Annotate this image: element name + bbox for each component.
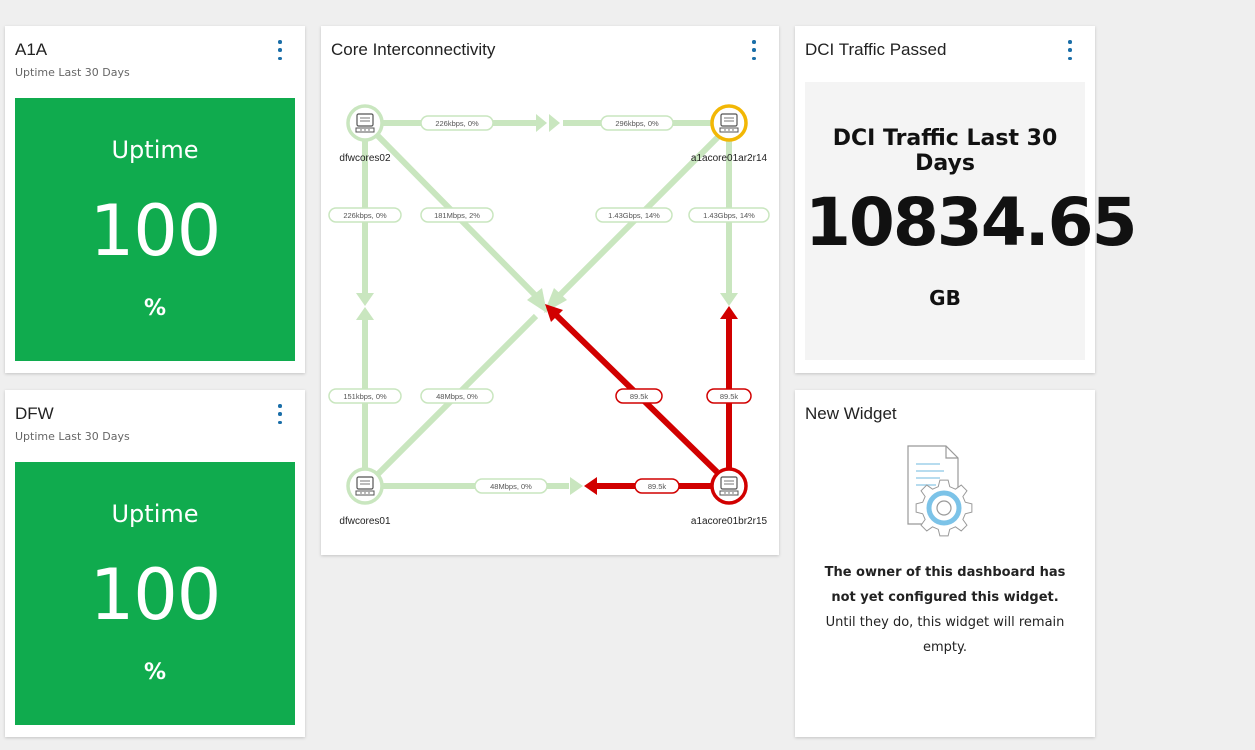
dci-value: 10834.65 <box>805 184 1138 261</box>
svg-text:48Mbps, 0%: 48Mbps, 0% <box>436 392 478 401</box>
svg-text:151kbps, 0%: 151kbps, 0% <box>343 392 387 401</box>
widget-title: DCI Traffic Passed <box>805 40 947 59</box>
link-arrow-alert <box>720 306 738 319</box>
link-label-left-lower: 151kbps, 0% <box>328 388 402 404</box>
uptime-label: Uptime <box>111 500 199 528</box>
uptime-tile: Uptime 100 % <box>15 98 295 361</box>
svg-text:48Mbps, 0%: 48Mbps, 0% <box>490 482 532 491</box>
widget-menu-icon[interactable] <box>275 40 285 60</box>
svg-text:226kbps, 0%: 226kbps, 0% <box>435 119 479 128</box>
node-dfwcores02: dfwcores02 <box>339 104 391 164</box>
svg-text:181Mbps, 2%: 181Mbps, 2% <box>434 211 480 220</box>
document-gear-icon <box>907 445 973 537</box>
message-line: The owner of this dashboard has <box>824 565 1066 580</box>
widget-menu-icon[interactable] <box>1065 40 1075 60</box>
node-label: dfwcores01 <box>339 516 391 527</box>
svg-text:1.43Gbps, 14%: 1.43Gbps, 14% <box>703 211 755 220</box>
uptime-value: 100 <box>89 190 222 272</box>
widget-menu-icon[interactable] <box>275 404 285 424</box>
node-a1acore01ar2r14: a1acore01ar2r14 <box>691 104 768 164</box>
widget-dfw: DFW Uptime Last 30 Days Uptime 100 % <box>5 390 305 737</box>
link-label-diag-b-lower: 48Mbps, 0% <box>420 388 494 404</box>
node-label: a1acore01ar2r14 <box>691 153 768 164</box>
svg-text:89.5k: 89.5k <box>630 392 649 401</box>
link-label-top-right: 296kbps, 0% <box>600 115 674 131</box>
link-label-bottom-right: 89.5k <box>634 478 680 494</box>
node-a1acore01br2r15: a1acore01br2r15 <box>691 467 768 527</box>
uptime-unit: % <box>143 660 167 685</box>
svg-text:89.5k: 89.5k <box>720 392 739 401</box>
node-label: dfwcores02 <box>339 153 391 164</box>
link-label-right-lower: 89.5k <box>706 388 752 404</box>
widget-new: New Widget The owner of this dashboard h… <box>795 390 1095 737</box>
widget-title: New Widget <box>805 404 897 423</box>
svg-text:89.5k: 89.5k <box>648 482 667 491</box>
widget-core-interconnectivity: Core Interconnectivity 226kbps, 0% 296kb… <box>321 26 779 555</box>
widget-subtitle: Uptime Last 30 Days <box>15 66 130 79</box>
widget-dci-traffic: DCI Traffic Passed DCI Traffic Last 30 D… <box>795 26 1138 373</box>
message-line: Until they do, this widget will remain <box>825 615 1065 630</box>
link-arrow <box>549 114 560 132</box>
widget-title: DFW <box>15 404 54 423</box>
link-arrow <box>356 293 374 306</box>
svg-text:296kbps, 0%: 296kbps, 0% <box>615 119 659 128</box>
uptime-label: Uptime <box>111 136 199 164</box>
uptime-tile: Uptime 100 % <box>15 462 295 725</box>
dci-unit: GB <box>929 286 961 310</box>
widget-a1a: A1A Uptime Last 30 Days Uptime 100 % <box>5 26 305 373</box>
network-map: 226kbps, 0% 296kbps, 0% 226kbps, 0% 181M… <box>328 104 770 527</box>
widget-subtitle: Uptime Last 30 Days <box>15 430 130 443</box>
svg-text:1.43Gbps, 14%: 1.43Gbps, 14% <box>608 211 660 220</box>
link-label-diag-b-upper: 1.43Gbps, 14% <box>595 207 673 223</box>
link-arrow <box>536 114 547 132</box>
dci-tile: DCI Traffic Last 30 Days 10834.65 GB <box>805 82 1138 360</box>
link-label-top-left: 226kbps, 0% <box>420 115 494 131</box>
message-line: empty. <box>923 640 967 655</box>
uptime-unit: % <box>143 296 167 321</box>
message-line: not yet configured this widget. <box>831 590 1059 605</box>
link-label-diag-a-upper: 181Mbps, 2% <box>420 207 494 223</box>
link-label-diag-a-lower: 89.5k <box>615 388 663 404</box>
empty-widget-message: The owner of this dashboard has not yet … <box>805 560 1085 660</box>
link-arrow <box>570 477 583 495</box>
link-label-left-upper: 226kbps, 0% <box>328 207 402 223</box>
svg-text:226kbps, 0%: 226kbps, 0% <box>343 211 387 220</box>
dci-heading: DCI Traffic Last 30 Days <box>832 126 1058 176</box>
link-label-bottom-left: 48Mbps, 0% <box>474 478 548 494</box>
link-arrow <box>720 293 738 306</box>
link-arrow-alert <box>584 477 597 495</box>
node-label: a1acore01br2r15 <box>691 516 768 527</box>
node-dfwcores01: dfwcores01 <box>339 467 391 527</box>
link-arrow <box>356 307 374 320</box>
widget-title: A1A <box>15 40 48 59</box>
uptime-value: 100 <box>89 554 222 636</box>
link-label-right-upper: 1.43Gbps, 14% <box>688 207 770 223</box>
